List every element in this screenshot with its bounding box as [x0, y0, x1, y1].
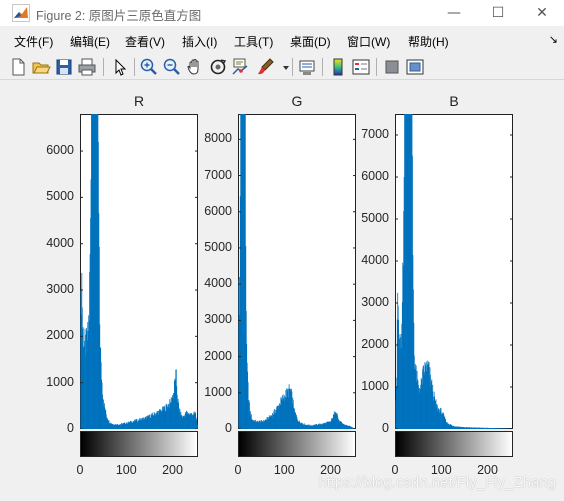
- y-tick-label-b: 7000: [361, 127, 389, 141]
- minimize-button[interactable]: —: [432, 0, 476, 26]
- y-tick-label-r: 2000: [46, 328, 74, 343]
- zoom-out-icon[interactable]: [162, 57, 182, 77]
- brush-icon[interactable]: [255, 57, 275, 77]
- new-figure-icon[interactable]: [8, 57, 28, 77]
- link-plot-icon[interactable]: [297, 57, 317, 77]
- x-tick-label-r: 200: [162, 463, 183, 477]
- x-tick-label-r: 100: [115, 463, 137, 477]
- title-bar: Figure 2: 原图片三原色直方图 — ☐ ✕: [0, 0, 564, 26]
- y-tick-label-g: 6000: [204, 203, 232, 218]
- plot-area-b[interactable]: [395, 114, 513, 429]
- x-tick-label-g: 100: [273, 463, 295, 477]
- show-plot-tools-icon[interactable]: [405, 57, 425, 77]
- y-tick-label-b: 5000: [361, 211, 389, 225]
- menu-edit[interactable]: 编辑(E): [70, 33, 110, 50]
- figure-canvas: R 0 1000 2000 3000 4000 5000 6000 0 100 200 G 0 1000…: [0, 81, 564, 501]
- chart-title-b: B: [449, 93, 459, 109]
- print-icon[interactable]: [77, 57, 97, 77]
- histogram-svg-g: [238, 114, 356, 429]
- matlab-logo-icon: [12, 4, 30, 22]
- plot-area-g[interactable]: [238, 114, 356, 429]
- toolbar-separator: [376, 58, 377, 76]
- legend-icon[interactable]: [351, 57, 371, 77]
- histogram-svg-b: [395, 114, 513, 429]
- maximize-button[interactable]: ☐: [476, 0, 520, 26]
- toolbar-separator: [322, 58, 323, 76]
- x-tick-label-r: 0: [76, 463, 84, 477]
- grayscale-colorbar-r: [80, 431, 198, 457]
- y-tick-label-b: 3000: [361, 295, 389, 309]
- menu-tools[interactable]: 工具(T): [234, 33, 273, 50]
- close-button[interactable]: ✕: [520, 0, 564, 26]
- y-tick-label-r: 6000: [46, 143, 74, 158]
- hide-plot-tools-icon[interactable]: [382, 57, 402, 77]
- y-tick-label-g: 1000: [204, 384, 232, 399]
- watermark: https://blog.csdn.net/Fly_Fly_Zhang: [318, 474, 556, 491]
- plot-area-r[interactable]: [80, 114, 198, 429]
- menu-help[interactable]: 帮助(H): [408, 33, 449, 50]
- menu-window[interactable]: 窗口(W): [347, 33, 390, 50]
- menu-insert[interactable]: 插入(I): [182, 33, 217, 50]
- chart-title-g: G: [291, 93, 303, 109]
- x-tick-label-g: 0: [234, 463, 242, 477]
- y-tick-label-b: 1000: [361, 379, 389, 393]
- y-tick-label-b: 2000: [361, 337, 389, 351]
- rotate-3d-icon[interactable]: [208, 57, 228, 77]
- menu-overflow-icon[interactable]: ↘: [549, 33, 558, 46]
- y-tick-label-b: 6000: [361, 169, 389, 183]
- toolbar-separator: [292, 58, 293, 76]
- y-tick-label-g: 4000: [204, 276, 232, 291]
- y-tick-label-r: 1000: [46, 374, 74, 389]
- save-icon[interactable]: [54, 57, 74, 77]
- y-tick-label-b: 0: [382, 421, 389, 435]
- pan-hand-icon[interactable]: [185, 57, 205, 77]
- open-file-icon[interactable]: [31, 57, 51, 77]
- y-tick-label-r: 3000: [46, 282, 74, 297]
- histogram-svg-r: [80, 114, 198, 429]
- y-tick-label-g: 8000: [204, 131, 232, 146]
- toolbar-separator: [134, 58, 135, 76]
- data-cursor-icon[interactable]: [231, 57, 251, 77]
- menu-view[interactable]: 查看(V): [125, 33, 165, 50]
- pointer-icon[interactable]: [110, 57, 130, 77]
- y-tick-label-b: 4000: [361, 253, 389, 267]
- y-tick-label-r: 0: [67, 421, 74, 435]
- grayscale-colorbar-g: [238, 431, 356, 457]
- window-title: Figure 2: 原图片三原色直方图: [36, 9, 202, 23]
- y-tick-label-g: 5000: [204, 239, 232, 254]
- chart-title-r: R: [133, 93, 145, 109]
- zoom-in-icon[interactable]: [139, 57, 159, 77]
- y-tick-label-g: 2000: [204, 348, 232, 363]
- menu-desktop[interactable]: 桌面(D): [290, 33, 331, 50]
- y-tick-label-g: 0: [225, 421, 232, 435]
- menu-file[interactable]: 文件(F): [14, 33, 53, 50]
- figure-toolbar: [0, 55, 564, 80]
- colorbar-icon[interactable]: [328, 57, 348, 77]
- y-tick-label-r: 5000: [46, 189, 74, 204]
- y-tick-label-g: 3000: [204, 312, 232, 327]
- brush-dropdown-icon[interactable]: [276, 57, 289, 77]
- menu-bar: 文件(F) 编辑(E) 查看(V) 插入(I) 工具(T) 桌面(D) 窗口(W…: [0, 28, 564, 52]
- grayscale-colorbar-b: [395, 431, 513, 457]
- y-tick-label-r: 4000: [46, 235, 74, 250]
- toolbar-separator: [103, 58, 104, 76]
- y-tick-label-g: 7000: [204, 167, 232, 182]
